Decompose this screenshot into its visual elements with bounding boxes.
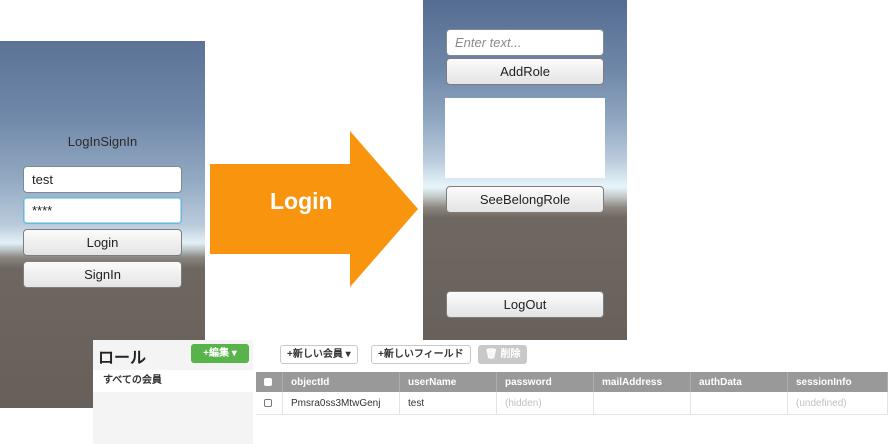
- checkbox-icon: [264, 378, 272, 386]
- table-row[interactable]: Pmsra0ss3MtwGenj test (hidden) (undefine…: [256, 392, 888, 415]
- class-title: ロール: [98, 350, 147, 367]
- class-sidebar: ロール +編集 ▾ すべての会員: [93, 340, 253, 444]
- cell-mailaddress[interactable]: [594, 392, 691, 414]
- column-header[interactable]: password: [497, 372, 594, 392]
- role-list-panel: [445, 98, 605, 178]
- role-name-input[interactable]: Enter text...: [446, 29, 604, 56]
- screen-title: LogInSignIn: [67, 134, 138, 149]
- cell-username[interactable]: test: [400, 392, 497, 414]
- edit-button[interactable]: +編集 ▾: [191, 344, 249, 363]
- grid-header-row: objectId userName password mailAddress a…: [256, 372, 888, 392]
- new-field-button[interactable]: +新しいフィールド: [371, 345, 471, 364]
- select-all-checkbox[interactable]: [256, 372, 283, 392]
- username-input[interactable]: test: [23, 166, 182, 193]
- password-input[interactable]: ****: [23, 197, 182, 224]
- logout-button[interactable]: LogOut: [446, 291, 604, 318]
- column-header[interactable]: mailAddress: [594, 372, 691, 392]
- checkbox-icon: [264, 399, 272, 407]
- parse-dashboard: ロール +編集 ▾ すべての会員 +新しい会員 ▾ +新しいフィールド 🗑 削除…: [93, 340, 888, 444]
- column-header[interactable]: authData: [691, 372, 788, 392]
- cell-password[interactable]: (hidden): [497, 392, 594, 414]
- column-header[interactable]: sessionInfo: [788, 372, 888, 392]
- signin-button[interactable]: SignIn: [23, 261, 182, 288]
- composite-screenshot: LogInSignIn test **** Login SignIn Login…: [0, 0, 888, 444]
- login-button[interactable]: Login: [23, 229, 182, 256]
- column-header[interactable]: objectId: [283, 372, 400, 392]
- new-member-button[interactable]: +新しい会員 ▾: [280, 345, 358, 364]
- add-role-button[interactable]: AddRole: [446, 58, 604, 85]
- column-header[interactable]: userName: [400, 372, 497, 392]
- cell-authdata[interactable]: [691, 392, 788, 414]
- sidebar-item-all-members[interactable]: すべての会員: [93, 370, 253, 392]
- see-belong-role-button[interactable]: SeeBelongRole: [446, 186, 604, 213]
- role-screen: Enter text... AddRole SeeBelongRole LogO…: [423, 0, 627, 340]
- arrow-label: Login: [270, 188, 333, 214]
- row-checkbox[interactable]: [256, 392, 283, 414]
- data-grid: objectId userName password mailAddress a…: [256, 372, 888, 415]
- cell-objectid[interactable]: Pmsra0ss3MtwGenj: [283, 392, 400, 414]
- cell-sessioninfo[interactable]: (undefined): [788, 392, 888, 414]
- delete-button[interactable]: 🗑 削除: [478, 345, 528, 364]
